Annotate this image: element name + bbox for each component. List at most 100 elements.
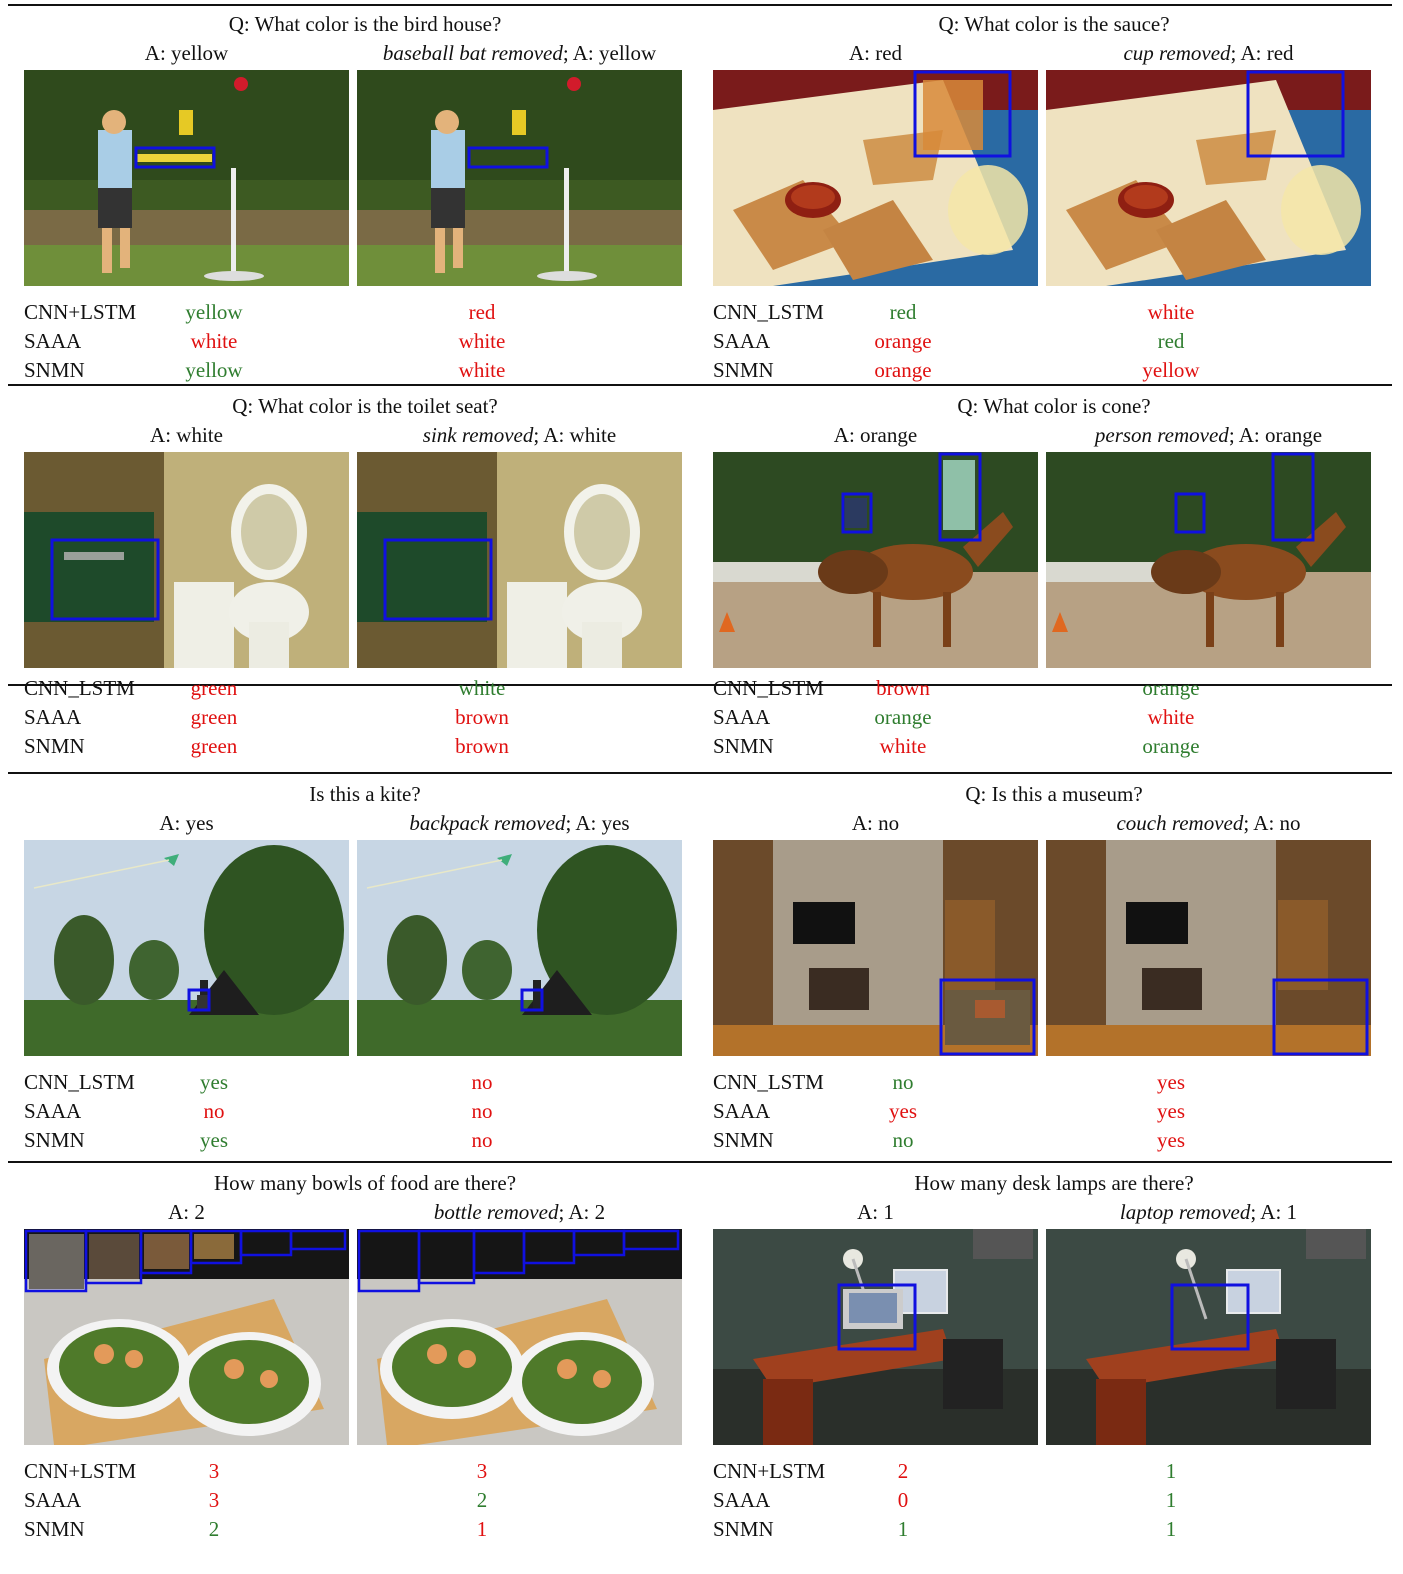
model-name: SNMN (713, 1517, 774, 1541)
photo-office-desk-laptop-removed (1046, 1229, 1371, 1445)
answer-original: A: no (851, 811, 900, 835)
example-panel: Q: What color is the bird house? A: yell… (24, 12, 706, 382)
answer-original: A: orange (833, 423, 918, 447)
example-panel: How many desk lamps are there? A: 1 lapt… (713, 1171, 1395, 1571)
removed-object-label: person removed (1094, 423, 1229, 447)
prediction-original: orange (874, 358, 932, 382)
result-row: SNMN orange yellow (713, 356, 1395, 385)
prediction-edited: white (1147, 705, 1195, 729)
prediction-original: no (892, 1128, 914, 1152)
prediction-edited: brown (455, 734, 509, 758)
results-table: CNN_LSTM red white SAAA orange red SNMN orange y… (713, 298, 1395, 385)
photo-bathroom (24, 452, 349, 668)
figure-row: Is this a kite? A: yes backpack removed;… (0, 782, 1403, 1162)
results-table: CNN+LSTM 2 1 SAAA 0 1 SNMN 1 1 (713, 1457, 1395, 1544)
figure-row: Q: What color is the toilet seat? A: whi… (0, 394, 1403, 758)
model-name: SAAA (24, 329, 82, 353)
prediction-original: green (190, 676, 238, 700)
answer-edited: couch removed; A: no (1116, 811, 1301, 835)
model-name: SAAA (713, 1488, 771, 1512)
model-name: SNMN (713, 734, 774, 758)
removed-object-label: baseball bat removed (382, 41, 563, 65)
photo-horse-riders-person-removed (1046, 452, 1371, 668)
answer-original: A: red (848, 41, 903, 65)
prediction-edited: 1 (476, 1517, 488, 1541)
removed-object-label: sink removed (422, 423, 534, 447)
result-row: SAAA 3 2 (24, 1486, 706, 1515)
prediction-original: yellow (185, 358, 243, 382)
prediction-original: no (203, 1099, 225, 1123)
model-name: CNN_LSTM (713, 676, 824, 700)
prediction-edited: yes (1157, 1070, 1185, 1094)
rule-top (8, 4, 1392, 6)
photo-samosas-cup-removed (1046, 70, 1371, 286)
model-name: CNN_LSTM (713, 1070, 824, 1094)
result-row: CNN+LSTM yellow red (24, 298, 706, 327)
result-row: SAAA yes yes (713, 1097, 1395, 1126)
model-name: SNMN (713, 1128, 774, 1152)
prediction-edited: yellow (1142, 358, 1200, 382)
question-text: Q: What color is the toilet seat? (232, 394, 498, 418)
photo-kite-field-backpack-removed (357, 840, 682, 1056)
result-row: SAAA white white (24, 327, 706, 356)
photo-bathroom-sink-removed (357, 452, 682, 668)
prediction-edited: 1 (1165, 1517, 1177, 1541)
photo-food-bowls (24, 1229, 349, 1445)
result-row: SNMN green brown (24, 732, 706, 761)
prediction-edited: white (458, 358, 506, 382)
removed-object-label: bottle removed (433, 1200, 559, 1224)
photo-office-desk (713, 1229, 1038, 1445)
example-panel: Is this a kite? A: yes backpack removed;… (24, 782, 706, 1162)
model-name: SNMN (24, 358, 85, 382)
prediction-original: yes (200, 1128, 228, 1152)
model-name: CNN+LSTM (24, 1459, 137, 1483)
answer-original: A: white (150, 423, 223, 447)
question-text: Is this a kite? (309, 782, 421, 806)
results-table: CNN_LSTM yes no SAAA no no SNMN yes no (24, 1068, 706, 1155)
model-name: CNN+LSTM (24, 300, 137, 324)
answer-edited: baseball bat removed; A: yellow (382, 41, 657, 65)
question-text: Q: What color is cone? (957, 394, 1151, 418)
prediction-original: white (190, 329, 238, 353)
result-row: CNN_LSTM yes no (24, 1068, 706, 1097)
answer-edited: backpack removed; A: yes (409, 811, 630, 835)
result-row: SAAA orange red (713, 327, 1395, 356)
example-panel: How many bowls of food are there? A: 2 b… (24, 1171, 706, 1571)
figure-row: Q: What color is the bird house? A: yell… (0, 12, 1403, 382)
photo-horse-riders (713, 452, 1038, 668)
removed-object-label: backpack removed (409, 811, 566, 835)
answer-original: A: 1 (857, 1200, 894, 1224)
prediction-original: red (889, 300, 917, 324)
prediction-original: 2 (208, 1517, 220, 1541)
prediction-original: 1 (897, 1517, 909, 1541)
result-row: SNMN 2 1 (24, 1515, 706, 1544)
model-name: SNMN (24, 734, 85, 758)
result-row: SAAA orange white (713, 703, 1395, 732)
example-panel: Q: What color is cone? A: orange person … (713, 394, 1395, 758)
question-text: How many bowls of food are there? (213, 1171, 517, 1195)
question-text: How many desk lamps are there? (914, 1171, 1194, 1195)
prediction-original: brown (876, 676, 930, 700)
removed-object-label: couch removed (1116, 811, 1244, 835)
prediction-original: 2 (897, 1459, 909, 1483)
answer-original: A: yes (159, 811, 214, 835)
answer-original: A: 2 (168, 1200, 205, 1224)
model-name: CNN_LSTM (24, 676, 135, 700)
rule-2 (8, 772, 1392, 774)
results-table: CNN_LSTM no yes SAAA yes yes SNMN no yes (713, 1068, 1395, 1155)
removed-object-label: cup removed (1123, 41, 1231, 65)
prediction-original: 3 (208, 1488, 220, 1512)
prediction-edited: white (458, 329, 506, 353)
prediction-edited: brown (455, 705, 509, 729)
model-name: SAAA (24, 1099, 82, 1123)
result-row: SAAA 0 1 (713, 1486, 1395, 1515)
result-row: CNN_LSTM brown orange (713, 674, 1395, 703)
model-name: SAAA (713, 329, 771, 353)
answer-edited: bottle removed; A: 2 (433, 1200, 606, 1224)
result-row: SNMN yes no (24, 1126, 706, 1155)
photo-boy-batting (24, 70, 349, 286)
prediction-original: orange (874, 705, 932, 729)
results-table: CNN+LSTM yellow red SAAA white white SNMN yello… (24, 298, 706, 385)
prediction-edited: red (468, 300, 496, 324)
results-table: CNN_LSTM green white SAAA green brown SNMN gree… (24, 674, 706, 761)
